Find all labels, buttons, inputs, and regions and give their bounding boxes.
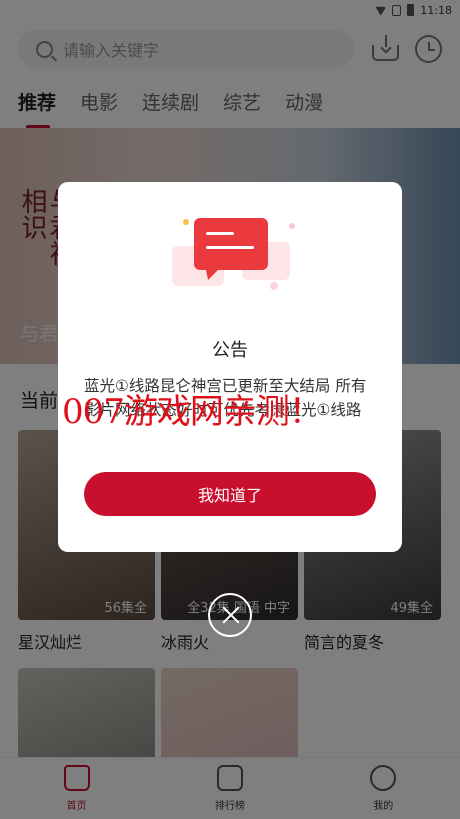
announcement-dialog: 公告 蓝光①线路昆仑神宫已更新至大结局 所有影片网络状态好时可优先考虑蓝光①线路…	[58, 182, 402, 552]
app-root: 11:18 请输入关键字 推荐 电影 连续剧 综艺 动漫 与君初相识 与君 当前…	[0, 0, 460, 819]
dialog-title: 公告	[212, 340, 248, 361]
acknowledge-button[interactable]: 我知道了	[84, 472, 376, 516]
message-icon	[172, 218, 295, 290]
watermark-text: 007游戏网亲测！	[62, 392, 323, 432]
close-icon[interactable]	[208, 593, 252, 637]
